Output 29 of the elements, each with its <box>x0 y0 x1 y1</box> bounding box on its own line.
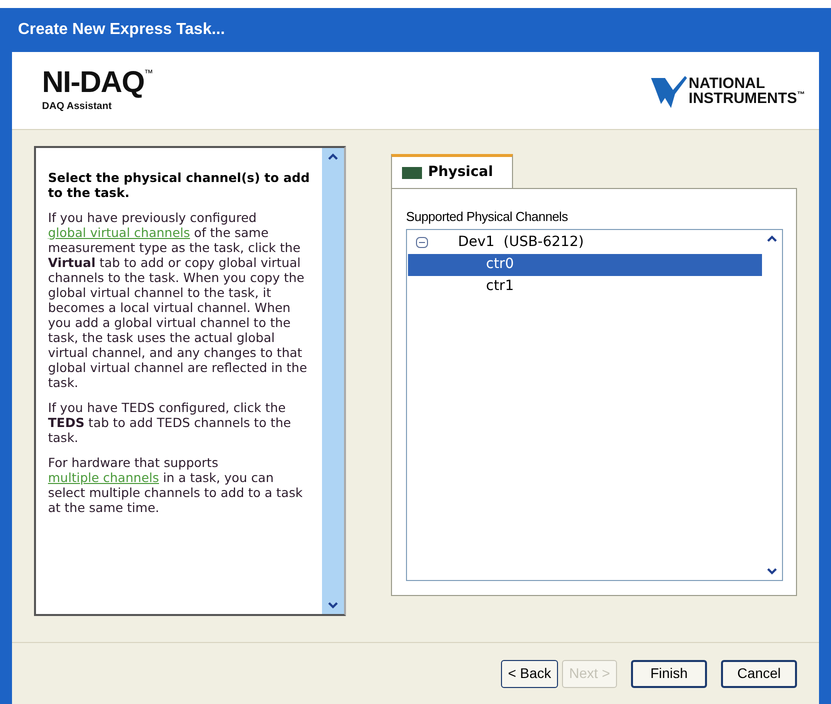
list-label: Supported Physical Channels <box>406 208 569 226</box>
card-icon <box>402 166 422 178</box>
back-button[interactable]: < Back <box>500 660 558 688</box>
logo-text: NATIONAL <box>688 76 766 90</box>
eagle-logo-icon <box>650 74 687 108</box>
help-paragraph: If you have previously configured global virtual channels of the same measurement type as the task, click the Virtual tab to add or copy global virtual channels to the task. When you copy the global virtual channel to the task, it becomes a local virtual channel. When you add a global virtual channel to the task, the task uses the actual global virtual channel, and any changes to that global virtual channel are reflected in the task. <box>48 210 308 390</box>
cancel-button[interactable]: Cancel <box>721 660 797 688</box>
scroll-down-icon[interactable] <box>327 600 339 610</box>
help-paragraph: If you have TEDS configured, click the TEDS tab to add TEDS channels to the task. <box>48 400 292 445</box>
help-heading: Select the physical channel(s) to add to the task. <box>48 170 310 200</box>
scrollbar[interactable] <box>322 148 344 614</box>
help-link[interactable]: multiple channels <box>48 470 159 485</box>
trademark-mark: ™ <box>797 90 805 98</box>
help-link[interactable]: global virtual channels <box>48 225 190 240</box>
scroll-down-icon[interactable] <box>766 566 778 576</box>
logo-text: INSTRUMENTS <box>688 90 797 106</box>
tree-item[interactable]: ctr1 <box>408 276 762 298</box>
help-paragraph: For hardware that supports multiple channels in a task, you can select multiple channels to add to a task at the same time. <box>48 455 304 515</box>
product-name: NI-DAQ <box>42 67 144 99</box>
product-subtitle: DAQ Assistant <box>42 100 113 114</box>
tab[interactable]: Physical <box>391 154 513 188</box>
collapse-icon[interactable] <box>416 237 428 248</box>
trademark-mark: ™ <box>144 67 154 80</box>
tree-item[interactable]: Dev1 (USB-6212) <box>408 232 762 254</box>
tree-item[interactable]: ctr0 <box>408 254 762 276</box>
scroll-up-icon[interactable] <box>327 152 339 162</box>
window-title: Create New Express Task... <box>18 20 225 40</box>
scroll-up-icon[interactable] <box>766 234 778 244</box>
finish-button[interactable]: Finish <box>631 660 707 688</box>
